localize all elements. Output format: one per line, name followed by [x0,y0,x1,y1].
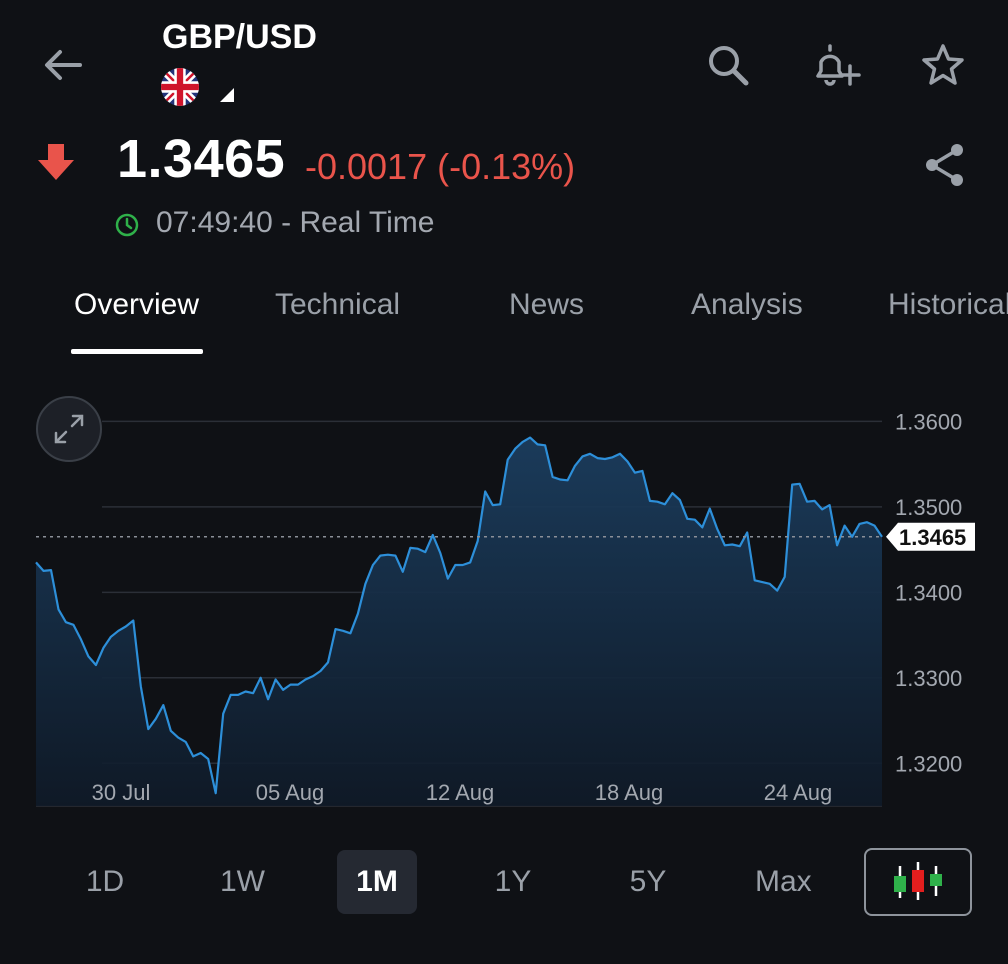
search-button[interactable] [703,40,753,90]
range-1m-button[interactable]: 1M [337,850,417,914]
x-tick-label: 30 Jul [92,780,151,805]
current-price-label: 1.3465 [899,525,966,550]
range-5y-button[interactable]: 5Y [608,850,688,914]
dropdown-caret-icon[interactable] [220,88,234,102]
tab-overview[interactable]: Overview [74,288,199,322]
x-tick-label: 24 Aug [764,780,833,805]
uk-flag-icon[interactable] [161,68,199,106]
active-tab-indicator [71,349,203,354]
instrument-screen: GBP/USD 1.3465 -0.0017 (-0.13%) 07:49:40… [0,0,1008,964]
favorite-button[interactable] [918,40,968,90]
tab-historical[interactable]: Historical [888,288,1008,322]
y-tick-label: 1.3400 [895,580,962,605]
price-change: -0.0017 (-0.13%) [305,146,576,187]
search-icon [709,46,749,86]
y-tick-label: 1.3200 [895,751,962,776]
tab-analysis[interactable]: Analysis [691,288,803,322]
price-down-arrow-icon [36,142,76,182]
candlestick-toggle-button[interactable] [864,848,972,916]
y-tick-label: 1.3500 [895,495,962,520]
range-1w-button[interactable]: 1W [202,850,283,914]
expand-icon [54,414,84,444]
x-tick-label: 12 Aug [426,780,495,805]
share-button[interactable] [920,140,970,190]
candlestick-icon [894,862,942,900]
add-alert-button[interactable] [808,40,861,90]
add-alert-bell-icon [816,44,861,86]
expand-chart-button[interactable] [36,396,102,462]
range-1d-button[interactable]: 1D [65,850,145,914]
range-max-button[interactable]: Max [737,850,830,914]
x-tick-label: 18 Aug [595,780,664,805]
tab-news[interactable]: News [509,288,584,322]
x-tick-label: 05 Aug [256,780,325,805]
share-icon [926,144,963,186]
time-range-selector: 1D 1W 1M 1Y 5Y Max [0,846,1008,918]
tab-technical[interactable]: Technical [275,288,400,322]
time-status: 07:49:40 - Real Time [156,206,435,239]
star-icon [922,44,964,85]
y-tick-label: 1.3300 [895,666,962,691]
back-arrow-icon [45,50,82,80]
price-chart[interactable]: 1.3600 1.3500 1.3400 1.3300 1.3200 1.3465 30 J… [0,380,1008,820]
tab-bar: Overview Technical News Analysis Histori… [0,282,1008,362]
back-button[interactable] [38,40,88,90]
price-area [36,437,882,806]
clock-icon [114,212,140,238]
page-title: GBP/USD [162,18,317,56]
last-price: 1.3465 [117,129,286,189]
range-1y-button[interactable]: 1Y [473,850,553,914]
y-tick-label: 1.3600 [895,409,962,434]
